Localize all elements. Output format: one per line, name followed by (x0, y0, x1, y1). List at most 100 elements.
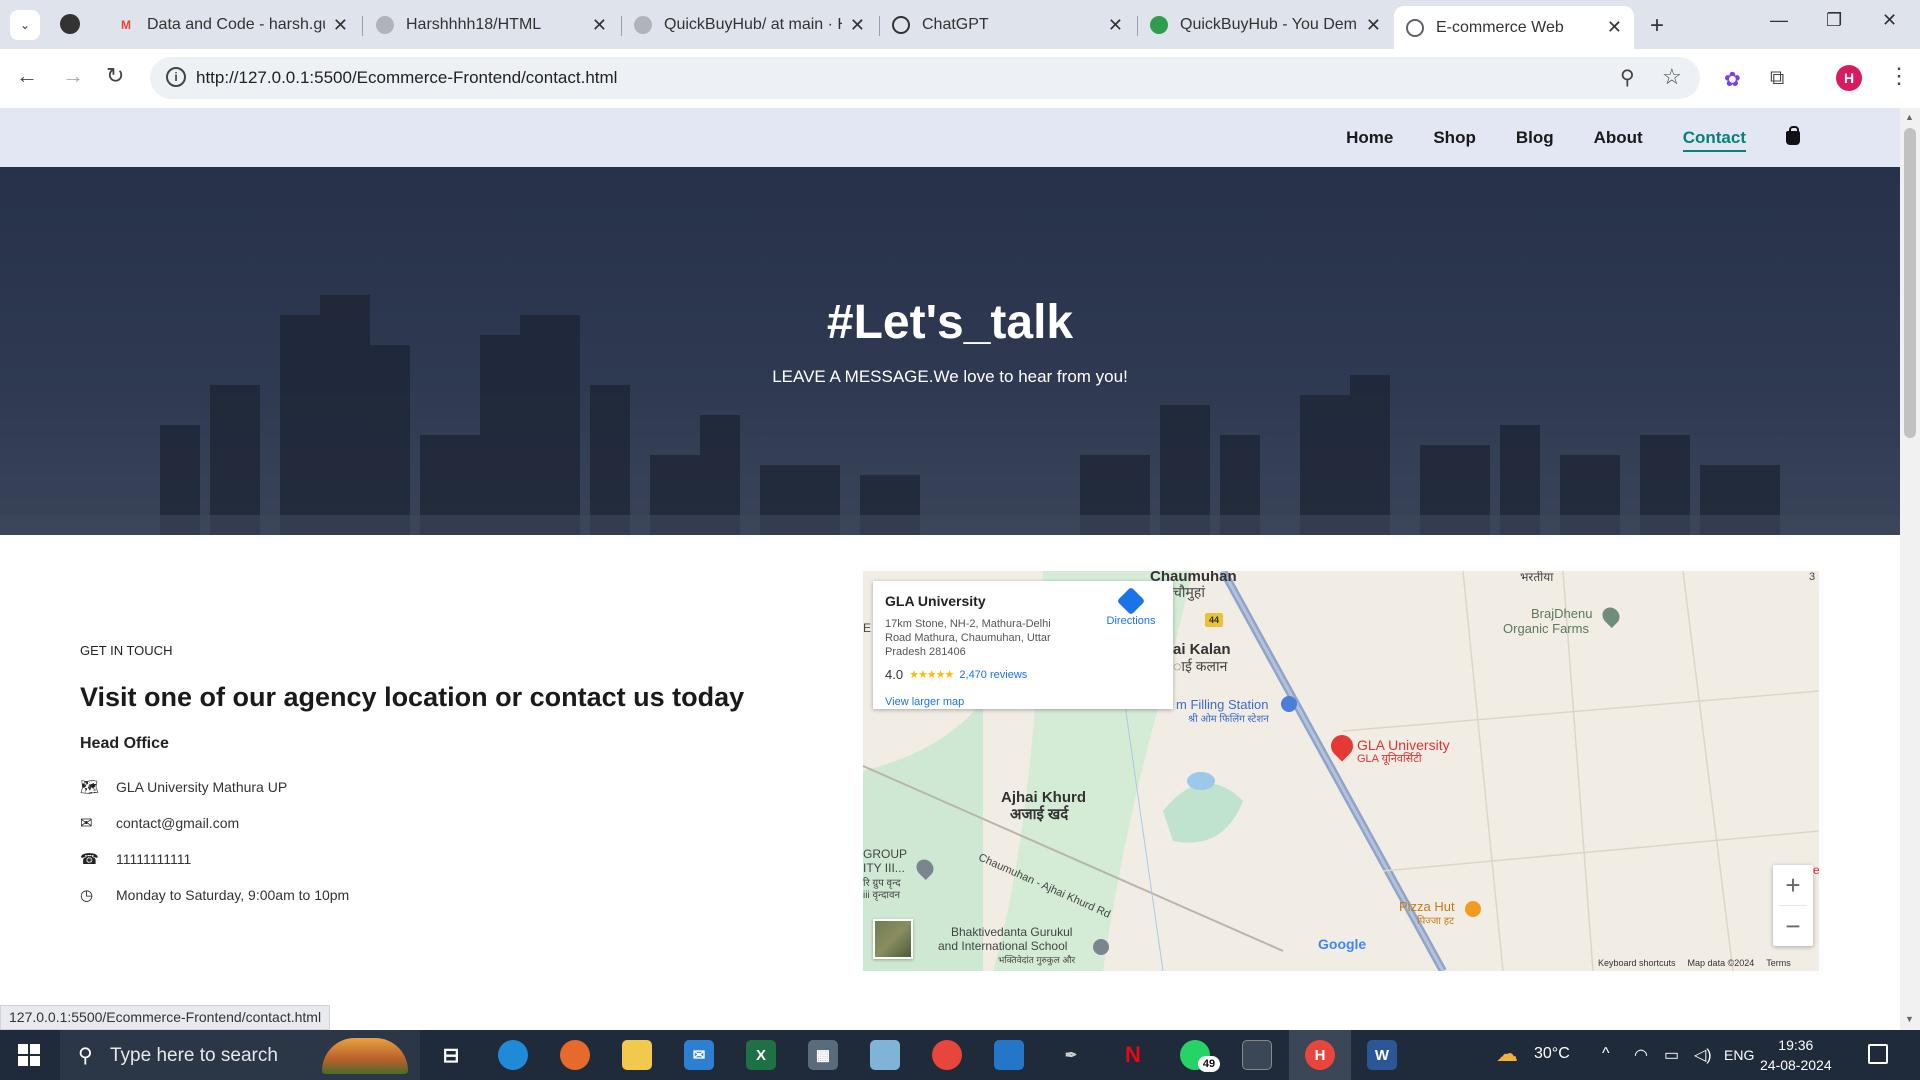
list-item: ◷ Monday to Saturday, 9:00am to 10pm (80, 877, 780, 913)
edge-icon[interactable] (498, 1040, 528, 1070)
close-tab-icon[interactable]: ✕ (333, 15, 348, 36)
reviews-link[interactable]: 2,470 reviews (959, 669, 1027, 681)
bookmark-star-icon[interactable]: ☆ (1662, 64, 1682, 90)
map-label-edge-3: 3 (1809, 571, 1816, 583)
directions-button[interactable]: Directions (1101, 586, 1161, 627)
close-tab-icon[interactable]: ✕ (1607, 17, 1622, 38)
chatgpt-icon (892, 16, 910, 34)
tab-search-dropdown-icon[interactable]: ⌄ (10, 10, 40, 40)
pinned-tab-icon[interactable] (60, 14, 80, 34)
tab-chatgpt[interactable]: ChatGPT ✕ (880, 8, 1135, 42)
nav-blog[interactable]: Blog (1516, 128, 1554, 148)
terminal-icon[interactable] (1242, 1040, 1272, 1070)
battery-icon[interactable]: ▭ (1664, 1045, 1679, 1065)
scrollbar-thumb[interactable] (1904, 128, 1916, 438)
chrome-icon[interactable] (932, 1040, 962, 1070)
tab-github-html[interactable]: Harshhhh18/HTML ✕ (364, 8, 619, 42)
place-rating: 4.0 ★★★★★ 2,470 reviews (885, 667, 1161, 682)
view-larger-map-link[interactable]: View larger map (885, 696, 1161, 708)
system-clock[interactable]: 19:36 24-08-2024 (1760, 1035, 1832, 1075)
nav-shop[interactable]: Shop (1433, 128, 1476, 148)
google-map-embed[interactable]: GLA University 17km Stone, NH-2, Mathura… (863, 571, 1819, 971)
restore-icon[interactable]: ❐ (1826, 10, 1842, 31)
close-tab-icon[interactable]: ✕ (850, 15, 865, 36)
page-hero: #Let's_talk LEAVE A MESSAGE.We love to h… (0, 167, 1900, 535)
nav-contact[interactable]: Contact (1682, 128, 1747, 152)
map-footer: Keyboard shortcuts Map data ©2024 Terms (1598, 958, 1791, 968)
mail-icon[interactable]: ✉ (684, 1040, 714, 1070)
school-pin-icon (1093, 939, 1109, 955)
taskbar-search-box[interactable]: ⚲ Type here to search (60, 1030, 420, 1080)
scroll-down-icon[interactable]: ▼ (1905, 1014, 1914, 1024)
tab-ecommerce-active[interactable]: E-commerce Web ✕ (1394, 6, 1634, 49)
terms-link[interactable]: Terms (1766, 958, 1791, 968)
fuel-pin-icon (1281, 696, 1297, 712)
extension-brain-icon[interactable]: ✿ (1724, 67, 1741, 92)
close-tab-icon[interactable]: ✕ (1108, 15, 1123, 36)
close-tab-icon[interactable]: ✕ (1366, 15, 1381, 36)
task-view-icon[interactable]: ⊟ (436, 1040, 466, 1070)
excel-icon[interactable]: X (746, 1040, 776, 1070)
tab-quickbuyhub[interactable]: QuickBuyHub - You Dem ✕ (1138, 8, 1393, 42)
language-indicator[interactable]: ENG (1724, 1047, 1754, 1063)
address-bar[interactable]: i http://127.0.0.1:5500/Ecommerce-Fronte… (150, 57, 1700, 99)
map-label-group: GROUP (863, 847, 908, 861)
whatsapp-badge: 49 (1198, 1056, 1220, 1072)
network-icon[interactable]: ◠ (1634, 1045, 1648, 1065)
hours-text: Monday to Saturday, 9:00am to 10pm (116, 887, 350, 903)
tab-github-quickbuyhub[interactable]: QuickBuyHub/ at main · H ✕ (622, 8, 877, 42)
site-info-icon[interactable]: i (166, 67, 186, 87)
zoom-icon[interactable]: ⚲ (1620, 65, 1635, 90)
phone-icon: ☎ (80, 851, 99, 868)
windows-taskbar: ⚲ Type here to search ⊟ ✉ X ▦ ✒ N 49 H W… (0, 1030, 1920, 1080)
tab-gmail[interactable]: M Data and Code - harsh.gu ✕ (105, 8, 360, 42)
github-icon (376, 16, 394, 34)
forward-icon[interactable]: → (62, 63, 84, 89)
firefox-icon[interactable] (560, 1040, 590, 1070)
browser-menu-icon[interactable]: ⋮ (1888, 63, 1910, 89)
zoom-out-button[interactable]: − (1773, 906, 1813, 946)
close-tab-icon[interactable]: ✕ (592, 15, 607, 36)
word-icon[interactable]: W (1367, 1040, 1397, 1070)
nav-home[interactable]: Home (1346, 128, 1393, 148)
contact-details: GET IN TOUCH Visit one of our agency loc… (80, 643, 780, 913)
reload-icon[interactable]: ↻ (106, 63, 124, 89)
temperature-text[interactable]: 30°C (1534, 1045, 1570, 1063)
windows-start-icon[interactable] (18, 1044, 40, 1066)
zoom-in-button[interactable]: + (1773, 865, 1813, 905)
notifications-icon[interactable] (1868, 1044, 1888, 1064)
volume-icon[interactable]: ◁) (1694, 1045, 1712, 1065)
map-label-edge-e2: e (1813, 863, 1819, 877)
calculator-icon[interactable]: ▦ (808, 1040, 838, 1070)
minimize-icon[interactable]: — (1770, 10, 1788, 31)
clock-date: 24-08-2024 (1760, 1057, 1832, 1073)
inkscape-icon[interactable]: ✒ (1056, 1040, 1086, 1070)
google-logo: Google (1318, 936, 1367, 952)
keyboard-shortcuts-link[interactable]: Keyboard shortcuts (1598, 958, 1676, 968)
map-label-kalan: ai Kalan (1173, 641, 1231, 658)
hero-title: #Let's_talk (826, 296, 1074, 349)
vscode-icon[interactable] (994, 1040, 1024, 1070)
map-label-bhaktivedanta-hi: भक्तिवेदांत गुरुकुल और (998, 955, 1076, 965)
netflix-icon[interactable]: N (1118, 1040, 1148, 1070)
file-explorer-icon[interactable] (622, 1040, 652, 1070)
email-text: contact@gmail.com (116, 815, 240, 831)
extensions-puzzle-icon[interactable]: ⧉ (1770, 67, 1784, 90)
chrome-profile-icon[interactable]: H (1305, 1040, 1335, 1070)
new-tab-icon[interactable]: + (1650, 12, 1664, 40)
back-icon[interactable]: ← (16, 63, 38, 89)
close-window-icon[interactable]: ✕ (1882, 10, 1897, 31)
map-label-gla-hi: GLA यूनिवर्सिटी (1357, 753, 1422, 765)
notes-icon[interactable] (870, 1040, 900, 1070)
weather-icon[interactable]: ☁ (1496, 1041, 1518, 1067)
shopping-bag-icon[interactable] (1786, 125, 1800, 145)
url-text[interactable]: http://127.0.0.1:5500/Ecommerce-Frontend… (196, 68, 617, 88)
scroll-up-icon[interactable]: ▲ (1905, 112, 1914, 122)
place-info-card: GLA University 17km Stone, NH-2, Mathura… (873, 581, 1173, 709)
profile-avatar[interactable]: H (1836, 65, 1862, 91)
nav-about[interactable]: About (1594, 128, 1643, 148)
page-scrollbar[interactable]: ▲ ▼ (1900, 108, 1920, 1030)
satellite-toggle-button[interactable] (873, 919, 913, 959)
tray-overflow-icon[interactable]: ^ (1602, 1045, 1610, 1063)
list-item: ✉ contact@gmail.com (80, 805, 780, 841)
